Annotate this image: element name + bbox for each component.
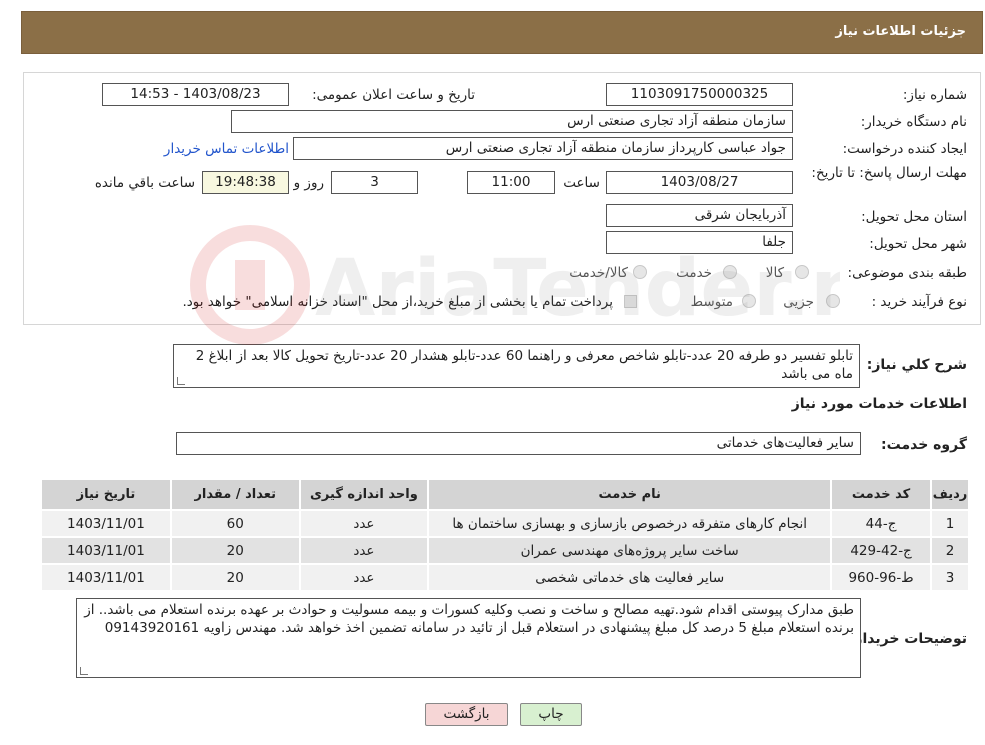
process-medium-label: متوسط [690,294,733,310]
summary-label: شرح کلي نياز: [866,357,967,373]
cell-row: 2 [930,536,970,565]
service-group-label: گروه خدمت: [881,437,967,453]
page-title: جزئیات اطلاعات نیاز [835,24,966,39]
category-goods-service-label: کالا/خدمت [569,265,628,281]
cell-qty: 60 [169,509,301,538]
buyer-org-label: نام دستگاه خریدار: [860,114,967,130]
buyer-contact-link[interactable]: اطلاعات تماس خریدار [164,141,289,157]
table-row: 3 ط-96-960 سایر فعالیت های خدماتی شخصی ع… [40,563,970,592]
summary-text-content: تابلو تفسیر دو طرفه 20 عدد-تابلو شاخص مع… [195,348,853,382]
cell-date: 1403/11/01 [40,509,172,538]
requester-label: ایجاد کننده درخواست: [842,141,967,157]
process-medium-radio[interactable] [742,294,756,308]
remaining-time-label: ساعت باقي مانده [94,175,195,191]
deadline-date-field: 1403/08/27 [606,171,793,194]
process-label: نوع فرآیند خرید : [871,294,967,310]
cell-row: 3 [930,563,970,592]
announce-datetime-label: تاریخ و ساعت اعلان عمومی: [312,87,475,103]
announce-datetime-field: 1403/08/23 - 14:53 [102,83,289,106]
cell-date: 1403/11/01 [40,563,172,592]
buyer-org-field: سازمان منطقه آزاد تجاری صنعتی ارس [231,110,793,133]
col-row: رديف [930,478,970,511]
cell-name: سایر فعالیت های خدماتی شخصی [427,563,833,592]
table-row: 2 ج-42-429 ساخت سایر پروژه‌های مهندسی عم… [40,536,970,565]
treasury-checkbox[interactable] [624,295,637,308]
category-label: طبقه بندی موضوعی: [847,265,967,281]
cell-unit: عدد [298,536,430,565]
category-goods-label: کالا [765,265,784,281]
cell-name: انجام کارهای متفرقه درخصوص بازسازی و بهس… [427,509,833,538]
buyer-notes-label: توضیحات خریدار: [848,631,967,647]
col-name: نام خدمت [427,478,833,511]
cell-code: ج-42-429 [830,536,933,565]
col-qty: تعداد / مقدار [169,478,301,511]
page-header: جزئیات اطلاعات نیاز [21,11,983,54]
city-label: شهر محل تحویل: [869,236,967,252]
cell-qty: 20 [169,563,301,592]
resize-handle-icon[interactable] [177,377,185,385]
category-goods-radio[interactable] [795,265,809,279]
city-field: جلفا [606,231,793,254]
services-table: رديف کد خدمت نام خدمت واحد اندازه گيری ت… [40,478,970,592]
cell-row: 1 [930,509,970,538]
deadline-time-field: 11:00 [467,171,555,194]
need-number-label: شماره نیاز: [902,87,967,103]
col-date: تاريخ نياز [40,478,172,511]
requester-field: جواد عباسی کارپرداز سازمان منطقه آزاد تج… [293,137,793,160]
remaining-time-field: 19:48:38 [202,171,289,194]
process-minor-label: جزیی [783,294,814,310]
summary-text: تابلو تفسیر دو طرفه 20 عدد-تابلو شاخص مع… [173,344,860,388]
col-code: کد خدمت [830,478,933,511]
deadline-time-label: ساعت [563,175,600,191]
print-button[interactable]: چاپ [520,703,582,726]
resize-handle-icon[interactable] [80,667,88,675]
back-button[interactable]: بازگشت [425,703,508,726]
category-goods-service-radio[interactable] [633,265,647,279]
services-section-title: اطلاعات خدمات مورد نياز [791,396,967,412]
province-label: استان محل تحویل: [861,209,967,225]
days-label: روز و [293,175,324,191]
cell-code: ج-44 [830,509,933,538]
buyer-notes-content: طبق مدارک پیوستی اقدام شود.تهیه مصالح و … [84,602,854,636]
cell-name: ساخت سایر پروژه‌های مهندسی عمران [427,536,833,565]
category-service-label: خدمت [676,265,712,281]
cell-date: 1403/11/01 [40,536,172,565]
cell-qty: 20 [169,536,301,565]
cell-unit: عدد [298,563,430,592]
col-unit: واحد اندازه گيری [298,478,430,511]
deadline-label: مهلت ارسال پاسخ: تا تاریخ: [811,165,967,181]
days-field: 3 [331,171,418,194]
province-field: آذربایجان شرقی [606,204,793,227]
need-number-field: 1103091750000325 [606,83,793,106]
table-header-row: رديف کد خدمت نام خدمت واحد اندازه گيری ت… [40,478,970,511]
process-minor-radio[interactable] [826,294,840,308]
cell-unit: عدد [298,509,430,538]
table-row: 1 ج-44 انجام کارهای متفرقه درخصوص بازساز… [40,509,970,538]
service-group-field: سایر فعالیت‌های خدماتی [176,432,861,455]
cell-code: ط-96-960 [830,563,933,592]
buyer-notes-text: طبق مدارک پیوستی اقدام شود.تهیه مصالح و … [76,598,861,678]
category-service-radio[interactable] [723,265,737,279]
treasury-note: پرداخت تمام یا بخشی از مبلغ خرید،از محل … [182,294,613,310]
